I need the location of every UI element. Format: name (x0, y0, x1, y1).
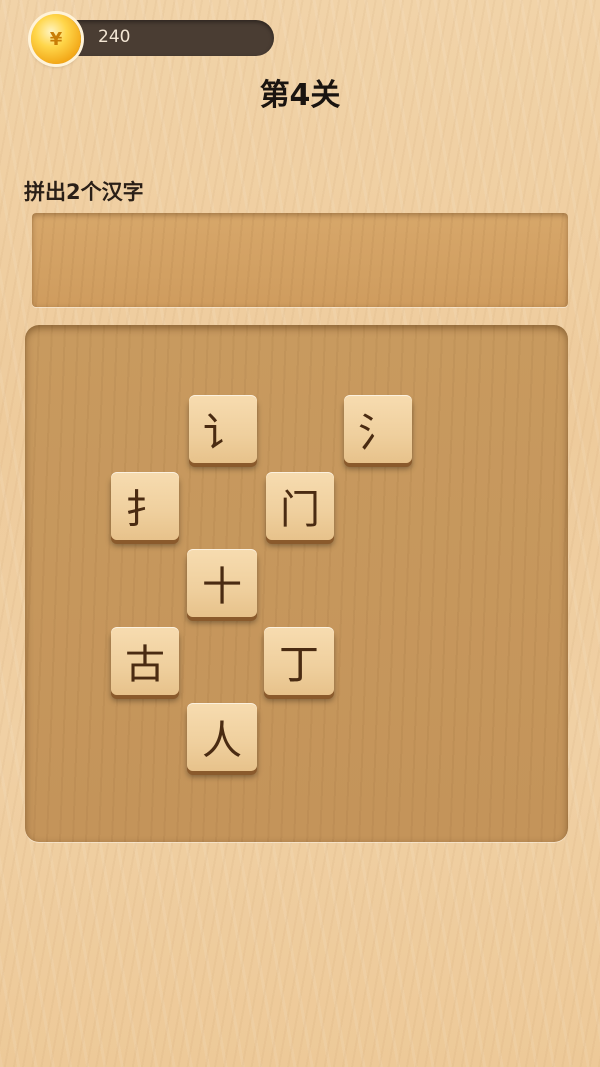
coin-icon: ¥ (31, 14, 81, 64)
tile-radical-speech[interactable]: 讠 (189, 395, 257, 463)
tile-ten[interactable]: 十 (187, 549, 257, 617)
tile-door[interactable]: 门 (266, 472, 334, 540)
task-instruction: 拼出2个汉字 (24, 180, 144, 204)
tile-board (25, 325, 568, 842)
level-title: 第4关 (259, 78, 341, 113)
answer-area[interactable] (32, 213, 568, 307)
coin-value: 240 (98, 27, 131, 47)
tile-radical-water[interactable]: 氵 (344, 395, 412, 463)
tile-ancient[interactable]: 古 (111, 627, 179, 695)
tile-person[interactable]: 人 (187, 703, 257, 771)
tile-radical-hand[interactable]: 扌 (111, 472, 179, 540)
tile-ding[interactable]: 丁 (264, 627, 334, 695)
